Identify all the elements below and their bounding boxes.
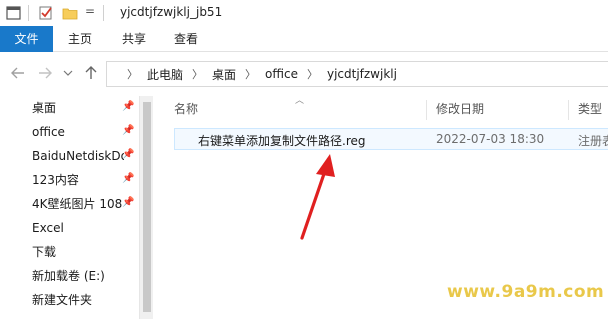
pin-icon: 📌 (122, 173, 135, 184)
sidebar-item-excel[interactable]: Excel (32, 216, 124, 240)
sidebar-item-new-folder[interactable]: 新建文件夹 (32, 288, 124, 312)
back-arrow-icon[interactable] (9, 64, 27, 82)
quick-access-dropdown-icon[interactable]: = (85, 4, 95, 18)
pin-icon: 📌 (122, 101, 135, 112)
window-title: yjcdtjfzwjklj_jb51 (120, 5, 223, 19)
watermark-text: www.9a9m.com (447, 282, 605, 302)
scrollbar-thumb[interactable] (143, 102, 151, 312)
breadcrumb-chevron-icon[interactable]: 〉 (245, 66, 256, 82)
breadcrumb-chevron-icon[interactable]: 〉 (307, 66, 318, 82)
file-type: 注册表 (578, 134, 608, 148)
breadcrumb-chevron-icon[interactable]: 〉 (127, 66, 138, 82)
app-window-icon[interactable] (6, 5, 22, 21)
new-folder-icon[interactable] (62, 5, 78, 21)
title-separator (103, 5, 104, 21)
sort-ascending-icon: ︿ (295, 96, 305, 106)
pin-icon: 📌 (122, 149, 135, 160)
sidebar-item-123content[interactable]: 123内容 (32, 168, 124, 192)
tab-view[interactable]: 查看 (166, 26, 206, 52)
file-modified-date: 2022-07-03 18:30 (436, 132, 545, 146)
address-bar[interactable]: 〉 此电脑 〉 桌面 〉 office 〉 yjcdtjfzwjklj (106, 61, 608, 87)
sidebar-item-desktop[interactable]: 桌面 (32, 96, 124, 120)
sidebar-item-volume-e[interactable]: 新加载卷 (E:) (32, 264, 124, 288)
breadcrumb-this-pc[interactable]: 此电脑 (147, 66, 183, 83)
forward-arrow-icon[interactable] (36, 64, 54, 82)
tab-file[interactable]: 文件 (0, 26, 53, 52)
recent-locations-chevron-icon[interactable] (59, 64, 77, 82)
sidebar-item-office[interactable]: office (32, 120, 124, 144)
navigation-pane: 桌面 📌 office 📌 BaiduNetdiskDo 📌 123内容 📌 4… (0, 96, 139, 319)
title-bar: = yjcdtjfzwjklj_jb51 (0, 0, 608, 26)
title-separator (28, 5, 29, 21)
breadcrumb-office[interactable]: office (265, 67, 298, 81)
sidebar-item-4k-wallpaper[interactable]: 4K壁纸图片 108 (32, 192, 124, 216)
breadcrumb-chevron-icon[interactable]: 〉 (192, 66, 203, 82)
tab-home[interactable]: 主页 (60, 26, 100, 52)
ribbon-tabs: 文件 主页 共享 查看 (0, 26, 608, 52)
up-arrow-icon[interactable] (82, 64, 100, 82)
properties-checkmark-icon[interactable] (38, 5, 54, 21)
column-header-modified[interactable]: 修改日期 (436, 96, 484, 122)
sidebar-item-baidunetdisk[interactable]: BaiduNetdiskDo (32, 144, 124, 168)
tab-share[interactable]: 共享 (114, 26, 154, 52)
breadcrumb-desktop[interactable]: 桌面 (212, 66, 236, 83)
pin-icon: 📌 (122, 197, 135, 208)
column-header-type[interactable]: 类型 (578, 96, 602, 122)
sidebar-item-downloads[interactable]: 下载 (32, 240, 124, 264)
annotation-arrow (300, 154, 335, 240)
column-header-name[interactable]: 名称 (174, 96, 198, 122)
navigation-bar: 〉 此电脑 〉 桌面 〉 office 〉 yjcdtjfzwjklj (0, 52, 608, 96)
pin-icon: 📌 (122, 125, 135, 136)
sidebar-scrollbar[interactable] (139, 96, 153, 319)
column-divider[interactable] (568, 100, 569, 120)
column-divider[interactable] (426, 100, 427, 120)
breadcrumb-current-folder[interactable]: yjcdtjfzwjklj (327, 67, 397, 81)
